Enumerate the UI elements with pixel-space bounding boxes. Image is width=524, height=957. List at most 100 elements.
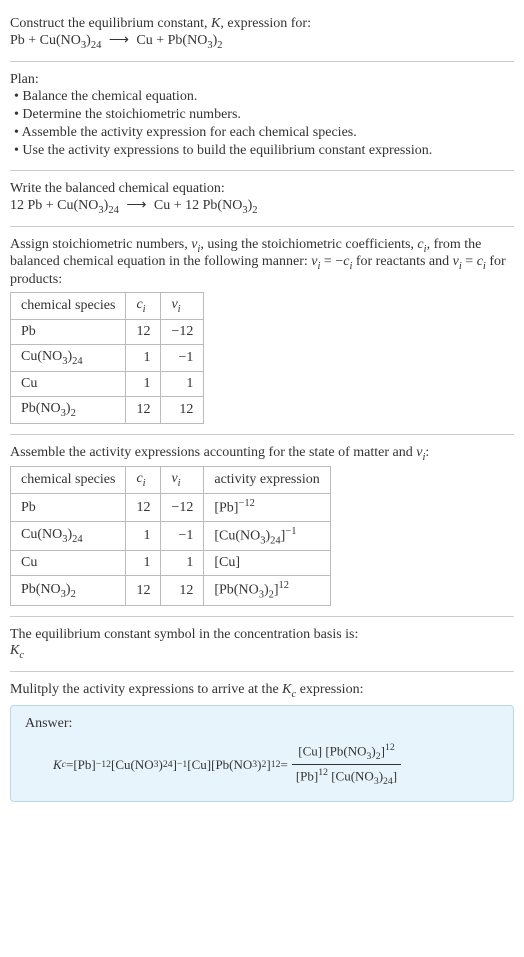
table-header-row: chemical species ci νi activity expressi… — [11, 467, 331, 494]
divider — [10, 61, 514, 62]
activity-cell: [Cu(NO3)24]−1 — [204, 521, 330, 550]
plan-item: • Determine the stoichiometric numbers. — [14, 106, 514, 124]
activity-table: chemical species ci νi activity expressi… — [10, 466, 331, 605]
sup: −1 — [177, 759, 187, 770]
species-cell: Cu(NO3)24 — [11, 521, 126, 550]
t: [Pb] — [214, 501, 238, 516]
text: Assemble the activity expressions accoun… — [10, 445, 416, 460]
col-vi: νi — [161, 467, 204, 494]
species-cell: Cu — [11, 371, 126, 396]
species-cell: Pb(NO3)2 — [11, 396, 126, 423]
s: 24 — [383, 776, 393, 787]
eq: = — [280, 757, 287, 773]
divider — [10, 671, 514, 672]
v-cell: −12 — [161, 494, 204, 522]
species-cell: Pb — [11, 319, 126, 344]
plan-item: • Use the activity expressions to build … — [14, 142, 514, 160]
balanced-section: Write the balanced chemical equation: 12… — [10, 175, 514, 222]
c-cell: 1 — [126, 371, 161, 396]
t: [Pb(NO — [214, 583, 258, 598]
v-cell: −1 — [161, 521, 204, 550]
c-cell: 1 — [126, 344, 161, 371]
table-row: Cu(NO3)24 1 −1 [Cu(NO3)24]−1 — [11, 521, 331, 550]
sub: 2 — [217, 40, 222, 51]
s: 24 — [163, 759, 173, 770]
K-symbol: K — [211, 16, 220, 31]
colon: : — [425, 445, 429, 460]
i: i — [143, 478, 146, 489]
t: [Cu(NO — [111, 757, 154, 773]
sub: 24 — [108, 205, 119, 216]
table-row: Pb 12 −12 [Pb]−12 — [11, 494, 331, 522]
s: 24 — [72, 534, 83, 545]
sup: 12 — [318, 767, 328, 778]
col-ci: ci — [126, 467, 161, 494]
activity-cell: [Pb]−12 — [204, 494, 330, 522]
col-species: chemical species — [11, 467, 126, 494]
table-row: Pb 12 −12 — [11, 319, 204, 344]
col-species: chemical species — [11, 293, 126, 320]
divider — [10, 226, 514, 227]
t: Cu(NO — [21, 527, 62, 542]
c-cell: 12 — [126, 494, 161, 522]
i: i — [178, 478, 181, 489]
kc-symbol: Kc — [10, 643, 514, 661]
eq: = — [462, 254, 477, 269]
multiply-section: Mulitply the activity expressions to arr… — [10, 676, 514, 809]
lhs: 12 Pb + Cu(NO — [10, 198, 98, 213]
c-cell: 12 — [126, 576, 161, 605]
kc-text: The equilibrium constant symbol in the c… — [10, 627, 514, 643]
c-cell: 12 — [126, 396, 161, 423]
sup: 12 — [279, 580, 290, 591]
K: K — [10, 643, 19, 658]
table-row: Pb(NO3)2 12 12 [Pb(NO3)2]12 — [11, 576, 331, 605]
table-row: Cu 1 1 — [11, 371, 204, 396]
activity-section: Assemble the activity expressions accoun… — [10, 439, 514, 612]
col-ci: ci — [126, 293, 161, 320]
species-cell: Cu(NO3)24 — [11, 344, 126, 371]
divider — [10, 616, 514, 617]
divider — [10, 434, 514, 435]
balanced-equation: 12 Pb + Cu(NO3)24 ⟶ Cu + 12 Pb(NO3)2 — [10, 197, 514, 216]
numerator: [Cu] [Pb(NO3)2]12 — [294, 742, 398, 764]
arrow-icon: ⟶ — [122, 198, 150, 213]
s: 24 — [270, 535, 281, 546]
i: i — [178, 304, 181, 315]
eq-lhs-text: Pb + Cu(NO — [10, 33, 81, 48]
sup: −12 — [96, 759, 111, 770]
answer-box: Answer: Kc = [Pb]−12 [Cu(NO3)24]−1 [Cu] … — [10, 705, 514, 802]
text: expression: — [296, 682, 363, 697]
eq-lhs: Pb + Cu(NO3)24 — [10, 33, 105, 48]
species-cell: Pb — [11, 494, 126, 522]
t: Pb(NO — [21, 582, 61, 597]
t: ] — [393, 769, 397, 784]
s: 2 — [71, 408, 76, 419]
text: for reactants and — [352, 254, 452, 269]
c-cell: 1 — [126, 551, 161, 576]
sub: 24 — [91, 40, 102, 51]
activity-cell: [Cu] — [204, 551, 330, 576]
c-cell: 1 — [126, 521, 161, 550]
species-cell: Pb(NO3)2 — [11, 576, 126, 605]
s: 24 — [72, 356, 83, 367]
balanced-heading: Write the balanced chemical equation: — [10, 181, 514, 197]
v-cell: 1 — [161, 371, 204, 396]
i: i — [143, 304, 146, 315]
eq: = — [66, 757, 73, 773]
plan-item: • Assemble the activity expression for e… — [14, 124, 514, 142]
t: [Pb] — [73, 757, 95, 773]
activity-cell: [Pb(NO3)2]12 — [204, 576, 330, 605]
table-row: Cu(NO3)24 1 −1 — [11, 344, 204, 371]
text: Mulitply the activity expressions to arr… — [10, 682, 282, 697]
s: 2 — [71, 588, 76, 599]
divider — [10, 170, 514, 171]
answer-formula: Kc = [Pb]−12 [Cu(NO3)24]−1 [Cu] [Pb(NO3)… — [25, 738, 499, 791]
table-row: Pb(NO3)2 12 12 — [11, 396, 204, 423]
plan-section: Plan: • Balance the chemical equation. •… — [10, 66, 514, 166]
c-cell: 12 — [126, 319, 161, 344]
col-activity: activity expression — [204, 467, 330, 494]
c: c — [19, 650, 24, 661]
sup: −1 — [285, 526, 296, 537]
denominator: [Pb]12 [Cu(NO3)24] — [292, 764, 401, 787]
text: Assign stoichiometric numbers, — [10, 237, 191, 252]
